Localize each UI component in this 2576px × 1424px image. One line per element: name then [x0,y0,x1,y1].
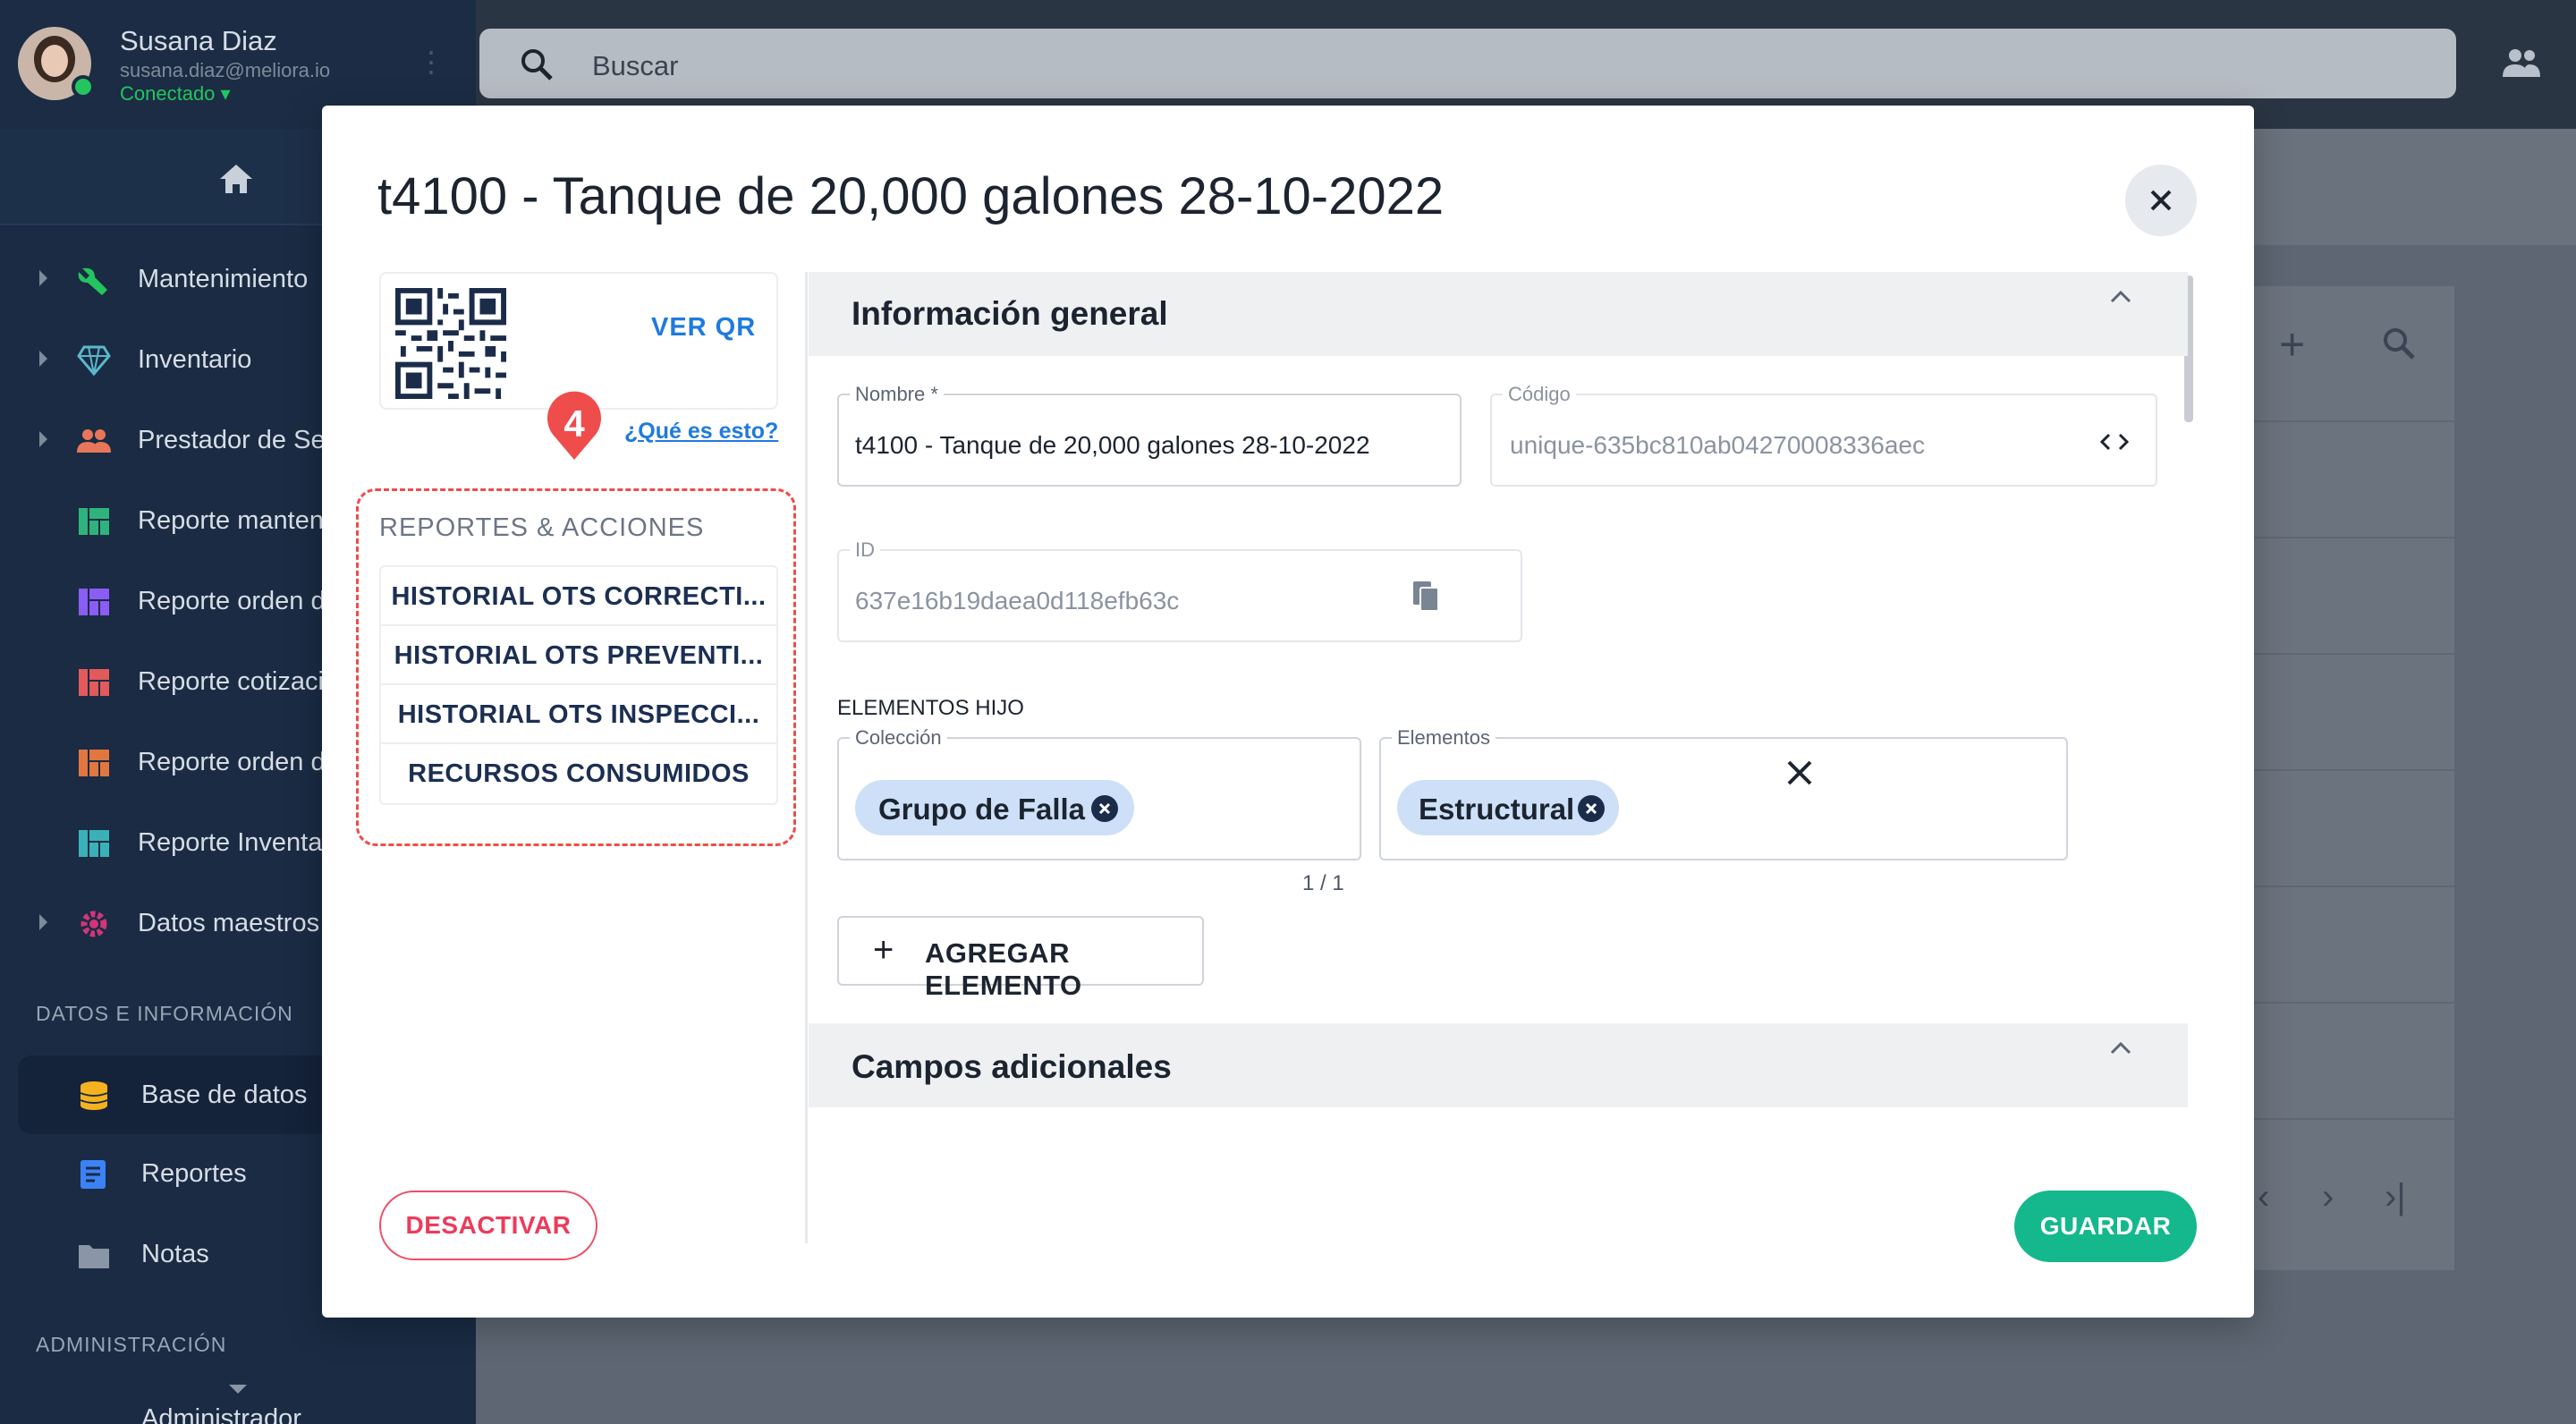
prev-page-icon[interactable]: ‹ [2258,1177,2269,1217]
nombre-label: Nombre * [850,383,944,406]
chevron-up-icon[interactable] [2109,1041,2132,1055]
user-email: susana.diaz@meliora.io [120,59,331,81]
codigo-label: Código [1503,383,1576,406]
section-label-admin: ADMINISTRACIÓN [36,1333,227,1356]
sidebar-item-label: Administrador [141,1404,301,1424]
online-status-icon [72,75,95,98]
expand-caret-icon[interactable] [39,351,47,367]
report-historial-preventivas[interactable]: HISTORIAL OTS PREVENTI... [381,626,776,685]
deactivate-button[interactable]: DESACTIVAR [379,1191,597,1260]
expand-caret-icon[interactable] [39,431,47,447]
qr-card: VER QR [379,272,778,410]
section-label-datos: DATOS E INFORMACIÓN [36,1002,293,1025]
add-element-button[interactable]: + AGREGAR ELEMENTO [837,916,1204,1001]
general-section-title: Información general [852,295,1168,332]
scroll-down-icon[interactable] [229,1385,247,1394]
chevron-up-icon[interactable] [2109,290,2132,304]
last-page-icon[interactable]: ›| [2385,1177,2406,1217]
close-button[interactable] [2125,165,2197,236]
additional-section-title: Campos adicionales [852,1048,1172,1085]
next-page-icon[interactable]: › [2322,1177,2334,1217]
more-options-icon[interactable]: ⋮ [417,45,445,79]
dashboard-icon [79,830,109,857]
sidebar-item-label: Reporte orden de [138,587,340,615]
background-row-divider [2254,1002,2454,1004]
remove-chip-icon[interactable] [1091,795,1118,822]
report-historial-correctivas[interactable]: HISTORIAL OTS CORRECTI... [381,567,776,626]
wrench-icon [78,267,107,295]
what-is-this-link[interactable]: ¿Qué es esto? [624,419,778,445]
sidebar-item-label: Mantenimiento [138,265,309,293]
dashboard-icon [79,669,109,696]
sidebar-item-label: Reporte orden de [138,748,340,776]
id-value: 637e16b19daea0d118efb63c [855,587,1180,615]
element-detail-modal: t4100 - Tanque de 20,000 galones 28-10-2… [322,106,2254,1318]
contacts-icon[interactable] [2501,47,2542,79]
home-icon[interactable] [218,163,254,195]
id-label: ID [850,538,880,562]
user-name: Susana Diaz [120,25,277,56]
reports-list: HISTORIAL OTS CORRECTI... HISTORIAL OTS … [379,565,778,805]
sidebar-item-label: Inventario [138,345,252,374]
background-row-divider [2254,886,2454,887]
user-status-dropdown[interactable]: Conectado ▾ [120,82,231,106]
sidebar-item-label: Notas [141,1240,209,1268]
codigo-value: unique-635bc810ab04270008336aec [1510,431,1925,459]
dashboard-icon [79,508,109,535]
elementos-label: Elementos [1392,726,1496,750]
close-icon [2150,190,2172,211]
remove-chip-icon[interactable] [1578,795,1605,822]
search-placeholder: Buscar [592,50,679,81]
sidebar-item-label: Reporte cotización [138,667,353,696]
background-card [2254,286,2454,1270]
coleccion-label: Colección [850,726,947,750]
chip-label: Grupo de Falla [878,793,1086,826]
child-elements-label: ELEMENTOS HIJO [837,696,1024,720]
folder-icon [79,1245,109,1268]
view-qr-button[interactable]: VER QR [651,313,756,343]
background-panel [2254,129,2576,245]
step-number: 4 [564,403,585,445]
save-button[interactable]: GUARDAR [2014,1191,2197,1262]
modal-title: t4100 - Tanque de 20,000 galones 28-10-2… [377,167,1445,225]
background-row-divider [2254,653,2454,655]
gear-icon [80,911,107,937]
sidebar-item-label: Reporte Inventario [138,828,352,857]
people-icon [77,429,111,453]
copy-icon[interactable] [1411,580,1442,614]
database-icon [80,1081,108,1110]
remove-row-icon[interactable] [1782,755,1818,791]
sidebar-item-label: Base de datos [141,1081,308,1109]
add-element-label: AGREGAR ELEMENTO [925,937,1082,1001]
sidebar-item-admin[interactable]: Administrador [0,1394,476,1424]
chip-label: Estructural [1419,793,1575,826]
background-row-divider [2254,537,2454,538]
elementos-chip: Estructural [1397,780,1619,835]
coleccion-chip: Grupo de Falla [855,780,1134,835]
report-historial-inspecciones[interactable]: HISTORIAL OTS INSPECCI... [381,685,776,744]
document-icon [80,1160,106,1189]
sidebar-item-label: Reportes [141,1159,247,1188]
nombre-value[interactable]: t4100 - Tanque de 20,000 galones 28-10-2… [855,431,1370,460]
search-icon [521,49,553,81]
qr-code-icon[interactable] [395,288,506,399]
background-row-divider [2254,1118,2454,1120]
sidebar-item-label: Datos maestros [138,909,320,937]
dashboard-icon [79,750,109,776]
plus-icon: + [873,930,894,970]
report-recursos-consumidos[interactable]: RECURSOS CONSUMIDOS [381,744,776,803]
add-icon[interactable]: + [2279,318,2305,370]
pager-text: 1 / 1 [1302,871,1344,895]
search-icon[interactable] [2381,326,2417,361]
search-input[interactable] [479,29,2456,98]
background-row-divider [2254,420,2454,422]
dashboard-icon [79,589,109,615]
expand-caret-icon[interactable] [39,914,47,930]
reports-section-title: REPORTES & ACCIONES [379,513,705,542]
gem-icon [77,345,111,376]
background-row-divider [2254,769,2454,771]
expand-caret-icon[interactable] [39,270,47,286]
code-icon[interactable] [2100,431,2129,453]
